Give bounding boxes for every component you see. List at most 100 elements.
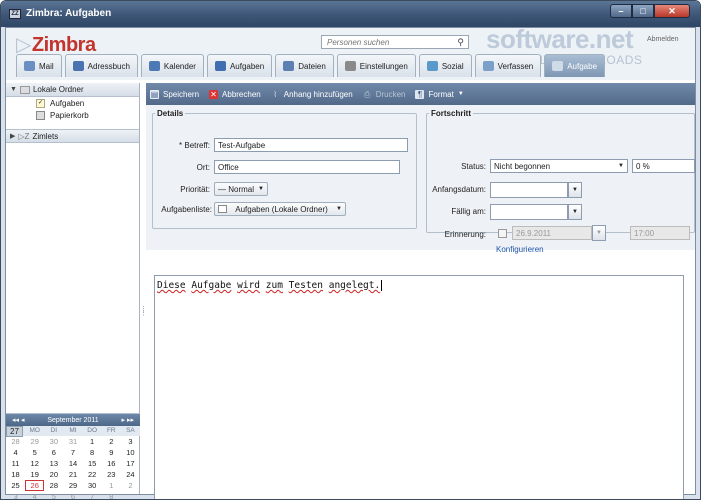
location-field[interactable] [214,160,400,174]
tab-aufgabe[interactable]: Aufgabe [544,54,606,77]
status-select[interactable]: Nicht begonnen ▼ [490,159,628,173]
minimize-button[interactable]: – [610,4,632,18]
sidebar-splitter-handle[interactable]: ⋮ ⋮ [140,306,147,320]
calendar-day[interactable]: 9 [102,447,121,458]
tab-sozial[interactable]: Sozial [418,54,472,77]
calendar-dow: DI [44,426,64,436]
reminder-time-field[interactable] [630,226,690,240]
prev-year-prev-month-icons[interactable]: ◂◂ ◂ [12,416,25,424]
start-date-picker-button[interactable]: ▼ [568,182,582,198]
tab-mail[interactable]: Mail [16,54,62,77]
zimbra-app-icon: ZZ [9,9,21,19]
calendar-day[interactable]: 13 [44,458,63,469]
calendar-day[interactable]: 6 [44,447,63,458]
tab-aufgaben[interactable]: Aufgaben [206,54,273,77]
mail-icon [24,61,35,71]
calendar-day[interactable]: 3 [6,491,25,499]
maximize-button[interactable]: □ [632,4,654,18]
cancel-button[interactable]: ✕ Abbrechen [209,89,261,99]
calendar-day[interactable]: 4 [25,491,44,499]
calendar-day[interactable]: 17 [121,458,140,469]
calendar-day[interactable]: 27 [6,426,23,437]
calendar-day[interactable]: 28 [6,436,25,447]
calendar-dow: DO [82,426,102,436]
local-folders-header[interactable]: ▼ Lokale Ordner [6,83,139,97]
tab-einstellungen[interactable]: Einstellungen [336,54,416,77]
calendar-day[interactable]: 24 [121,469,140,480]
priority-select[interactable]: — Normal ▼ [214,182,268,196]
collapse-triangle-icon[interactable]: ▼ [10,86,17,93]
close-button[interactable]: ✕ [654,4,690,18]
calendar-day[interactable]: 10 [121,447,140,458]
calendar-day[interactable]: 28 [44,480,63,491]
search-icon[interactable]: ⚲ [457,37,464,48]
calendar-day[interactable]: 23 [102,469,121,480]
people-search: ⚲ [321,35,469,49]
editor-word: angelegt. [328,280,381,291]
reminder-date-field[interactable] [512,226,592,240]
calendar-day[interactable]: 5 [25,447,44,458]
calendar-day[interactable]: 4 [6,447,25,458]
folder-item-papierkorb[interactable]: Papierkorb [6,109,139,121]
calendar-day[interactable]: 30 [44,436,63,447]
percent-complete-field[interactable] [632,159,695,173]
due-date-picker-button[interactable]: ▼ [568,204,582,220]
subject-field[interactable] [214,138,408,152]
calendar-day[interactable]: 21 [63,469,82,480]
tab-label: Kalender [163,61,196,71]
task-notes-editor[interactable]: Diese Aufgabe wird zum Testen angelegt. [154,275,684,499]
calendar-day[interactable]: 12 [25,458,44,469]
calendar-icon [148,61,160,71]
logout-link[interactable]: Abmelden [647,36,679,43]
people-search-input[interactable] [322,36,447,48]
calendar-day[interactable]: 3 [121,436,140,447]
calendar-day[interactable]: 30 [83,480,102,491]
save-button[interactable]: ▤ Speichern [150,89,199,99]
calendar-day[interactable]: 26 [25,480,45,491]
calendar-day[interactable]: 18 [6,469,25,480]
calendar-day[interactable]: 19 [25,469,44,480]
attach-button[interactable]: ⌇ Anhang hinzufügen [271,90,352,99]
calendar-day[interactable]: 29 [25,436,44,447]
tab-verfassen[interactable]: Verfassen [474,54,542,77]
expand-triangle-icon[interactable]: ▶ [10,132,15,140]
reminder-checkbox[interactable] [498,229,507,238]
configure-link[interactable]: Konfigurieren [496,245,544,254]
calendar-day[interactable]: 11 [6,458,25,469]
calendar-day[interactable]: 8 [83,447,102,458]
task-toolbar: ▤ Speichern ✕ Abbrechen ⌇ Anhang hinzufü… [146,83,695,105]
calendar-day[interactable]: 7 [63,447,82,458]
start-date-field[interactable] [490,182,568,198]
calendar-day[interactable]: 2 [121,480,140,491]
calendar-day[interactable]: 8 [102,491,121,499]
zimlets-header[interactable]: ▶ ▷Z Zimlets [6,129,139,143]
window-controls: – □ ✕ [610,4,690,20]
tab-label: Aufgabe [567,61,598,71]
calendar-day[interactable]: 1 [102,480,121,491]
folder-item-aufgaben[interactable]: ✓ Aufgaben [6,97,139,109]
calendar-day[interactable]: 7 [83,491,102,499]
reminder-date-picker-button[interactable]: ▼ [592,225,606,241]
due-date-label: Fällig am: [451,207,486,216]
calendar-day[interactable]: 22 [83,469,102,480]
calendar-day[interactable]: 6 [63,491,82,499]
calendar-day[interactable]: 16 [102,458,121,469]
next-month-next-year-icons[interactable]: ▸ ▸▸ [122,416,135,424]
calendar-day[interactable]: 14 [63,458,82,469]
subject-label: * Betreff: [179,141,210,150]
calendar-day[interactable]: 15 [83,458,102,469]
calendar-day[interactable]: 31 [63,436,82,447]
calendar-day[interactable]: 29 [63,480,82,491]
calendar-day[interactable]: 2 [102,436,121,447]
tab-adressbuch[interactable]: Adressbuch [64,54,138,77]
tab-dateien[interactable]: Dateien [275,54,334,77]
calendar-day[interactable]: 5 [44,491,63,499]
calendar-day[interactable]: 25 [6,480,25,491]
tasklist-select[interactable]: Aufgaben (Lokale Ordner) ▼ [214,202,346,216]
calendar-day[interactable]: 1 [83,436,102,447]
due-date-field[interactable] [490,204,568,220]
tab-kalender[interactable]: Kalender [140,54,204,77]
format-menu-button[interactable]: ¶ Format ▼ [415,89,464,99]
calendar-day[interactable]: 20 [44,469,63,480]
print-button[interactable]: ⎙ Drucken [363,90,406,99]
